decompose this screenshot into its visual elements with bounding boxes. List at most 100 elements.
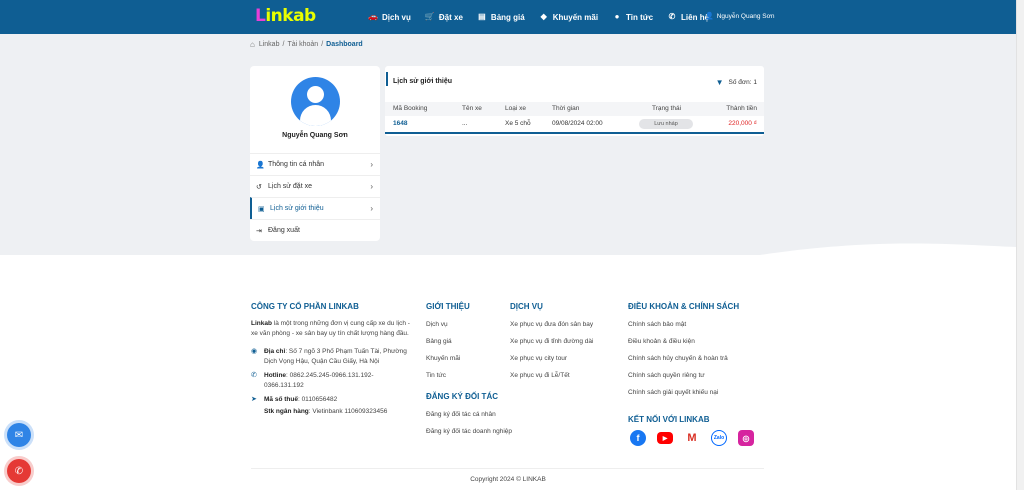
policy-title: ĐIỀU KHOẢN & CHÍNH SÁCH (628, 302, 740, 311)
company-address: ◉ Địa chỉ: Số 7 ngõ 3 Phố Phạm Tuấn Tài, … (251, 348, 407, 365)
footer-link[interactable]: Chính sách giải quyết khiếu nại (628, 389, 739, 396)
col-booking: Mã Booking (393, 105, 428, 112)
copyright: Copyright 2024 © LINKAB (470, 476, 546, 483)
nav-item-tin-tuc[interactable]: ● Tin tức (612, 13, 653, 22)
footer-link[interactable]: Bảng giá (426, 338, 470, 345)
user-icon: 👤 (256, 161, 265, 169)
footer-link[interactable]: Chính sách bảo mật (628, 321, 739, 328)
nav-item-bang-gia[interactable]: ▤ Bảng giá (477, 13, 525, 22)
title-accent-bar (386, 72, 388, 86)
clipboard-icon: ▣ (258, 205, 265, 213)
company-hotline: ✆ Hotline: 0862.245.245-0966.131.192-0366… (251, 372, 374, 389)
intro-title: GIỚI THIỆU (426, 302, 470, 311)
footer-link[interactable]: Đăng ký đối tác cá nhân (426, 411, 512, 418)
company-bank: Stk ngân hàng: Vietinbank 110609323456 (264, 408, 388, 415)
table-row[interactable]: 1648 ... Xe 5 chỗ 09/08/2024 02:00 Lưu n… (385, 117, 764, 132)
avatar (291, 77, 340, 126)
table-bottom-border (385, 132, 764, 134)
user-menu[interactable]: 👤 Nguyễn Quang Sơn (705, 12, 774, 21)
status-badge: Lưu nháp (639, 119, 693, 129)
floating-zalo-button[interactable]: ✉ (7, 423, 31, 447)
send-icon: ➤ (251, 396, 257, 403)
chevron-right-icon: › (370, 204, 373, 213)
footer-link[interactable]: Chính sách quyền riêng tư (628, 372, 739, 379)
booking-id[interactable]: 1648 (393, 120, 407, 127)
breadcrumb-item-linkab[interactable]: Linkab (259, 41, 280, 48)
service-title: DỊCH VỤ (510, 302, 543, 311)
profile-menu-referral-history[interactable]: ▣ Lịch sử giới thiệu › (250, 197, 380, 219)
company-title: CÔNG TY CỔ PHẦN LINKAB (251, 302, 359, 311)
table-header: Mã Booking Tên xe Loại xe Thời gian Trạn… (385, 102, 764, 116)
facebook-icon[interactable]: f (630, 430, 646, 446)
breadcrumb-item-account[interactable]: Tài khoản (287, 41, 318, 48)
car-type: Xe 5 chỗ (505, 120, 531, 127)
nav-item-dich-vu[interactable]: 🚗 Dịch vụ (368, 13, 411, 22)
col-car-name: Tên xe (462, 105, 482, 112)
avatar-head (307, 86, 324, 103)
social-title: KẾT NỐI VỚI LINKAB (628, 415, 710, 424)
instagram-icon[interactable]: ◎ (738, 430, 754, 446)
chat-icon: ✉ (14, 429, 24, 441)
car-name: ... (462, 120, 468, 127)
footer-company: CÔNG TY CỔ PHẦN LINKAB Linkab là một tro… (251, 302, 411, 421)
user-icon: 👤 (705, 13, 714, 20)
social-links: f ▶ M Zalo ◎ (630, 430, 765, 446)
breadcrumb-current: Dashboard (326, 41, 363, 48)
booking-time: 09/08/2024 02:00 (552, 120, 603, 127)
phone-icon: ✆ (251, 372, 257, 379)
referral-header: Lịch sử giới thiệu ▼ Số đơn: 1 (385, 70, 764, 92)
referral-history-card: Lịch sử giới thiệu ▼ Số đơn: 1 Mã Booking… (385, 66, 764, 136)
footer-link[interactable]: Xe phục vụ đưa đón sân bay (510, 321, 593, 328)
company-description: Linkab là một trong những đơn vị cung cấ… (251, 320, 410, 337)
profile-card: Nguyễn Quang Sơn 👤 Thông tin cá nhân › ↺ Lị… (250, 66, 380, 241)
profile-menu-info[interactable]: 👤 Thông tin cá nhân › (250, 153, 380, 175)
col-car-type: Loại xe (505, 105, 526, 112)
footer-link[interactable]: Xe phục vụ đi tỉnh đường dài (510, 338, 593, 345)
nav-item-lien-he[interactable]: ✆ Liên hệ (667, 13, 709, 22)
footer-partner: ĐĂNG KÝ ĐỐI TÁC Đăng ký đối tác cá nhân … (426, 392, 512, 445)
footer-link[interactable]: Tin tức (426, 372, 470, 379)
breadcrumb-separator: / (282, 41, 285, 48)
footer-link[interactable]: Đăng ký đối tác doanh nghiệp (426, 428, 512, 435)
main-nav: 🚗 Dịch vụ 🛒 Đặt xe ▤ Bảng giá ◆ Khuyến mãi ●… (368, 0, 723, 34)
nav-item-khuyen-mai[interactable]: ◆ Khuyến mãi (539, 13, 598, 22)
tag-icon: ◆ (540, 12, 547, 21)
chat-icon: ● (614, 12, 620, 21)
linkab-logo[interactable]: Linkab (255, 6, 316, 26)
amount: 220,000 ₫ (728, 120, 757, 127)
history-icon: ↺ (256, 183, 262, 191)
avatar-body (300, 105, 331, 126)
breadcrumb-separator: / (321, 41, 324, 48)
zalo-icon[interactable]: Zalo (711, 430, 727, 446)
footer: CÔNG TY CỔ PHẦN LINKAB Linkab là một tro… (0, 255, 1016, 490)
gmail-icon[interactable]: M (684, 430, 700, 446)
chevron-right-icon: › (370, 160, 373, 169)
footer-services: DỊCH VỤ Xe phục vụ đưa đón sân bay Xe ph… (510, 302, 593, 389)
floating-call-button[interactable]: ✆ (7, 459, 31, 483)
referral-title: Lịch sử giới thiệu (393, 78, 453, 85)
col-time: Thời gian (552, 105, 580, 112)
top-navbar: Linkab 🚗 Dịch vụ 🛒 Đặt xe ▤ Bảng giá ◆ Khuyế… (0, 0, 1016, 34)
footer-link[interactable]: Xe phục vụ đi Lễ/Tết (510, 372, 593, 379)
footer-intro: GIỚI THIỆU Dịch vụ Bảng giá Khuyến mãi T… (426, 302, 470, 389)
footer-link[interactable]: Chính sách hủy chuyến & hoàn trả (628, 355, 739, 362)
footer-policies: ĐIỀU KHOẢN & CHÍNH SÁCH Chính sách bảo m… (628, 302, 739, 406)
footer-link[interactable]: Điều khoản & điều kiện (628, 338, 739, 345)
breadcrumb: ⌂ Linkab / Tài khoản / Dashboard (250, 40, 363, 49)
profile-menu-booking-history[interactable]: ↺ Lịch sử đặt xe › (250, 175, 380, 197)
car-icon: 🚗 (368, 12, 378, 21)
location-icon: ◉ (251, 348, 258, 355)
footer-link[interactable]: Xe phục vụ city tour (510, 355, 593, 362)
nav-item-dat-xe[interactable]: 🛒 Đặt xe (425, 13, 463, 22)
col-amount: Thành tiền (726, 105, 757, 112)
page-scrollbar[interactable] (1016, 0, 1024, 490)
footer-link[interactable]: Khuyến mãi (426, 355, 470, 362)
youtube-icon[interactable]: ▶ (657, 432, 673, 444)
partner-title: ĐĂNG KÝ ĐỐI TÁC (426, 392, 498, 401)
company-tax: ➤ Mã số thuế: 0110656482 (251, 396, 338, 403)
phone-icon: ✆ (668, 12, 676, 21)
filter-icon[interactable]: ▼ (716, 78, 724, 87)
footer-link[interactable]: Dịch vụ (426, 321, 470, 328)
price-table-icon: ▤ (478, 12, 486, 21)
home-icon: ⌂ (250, 40, 255, 49)
